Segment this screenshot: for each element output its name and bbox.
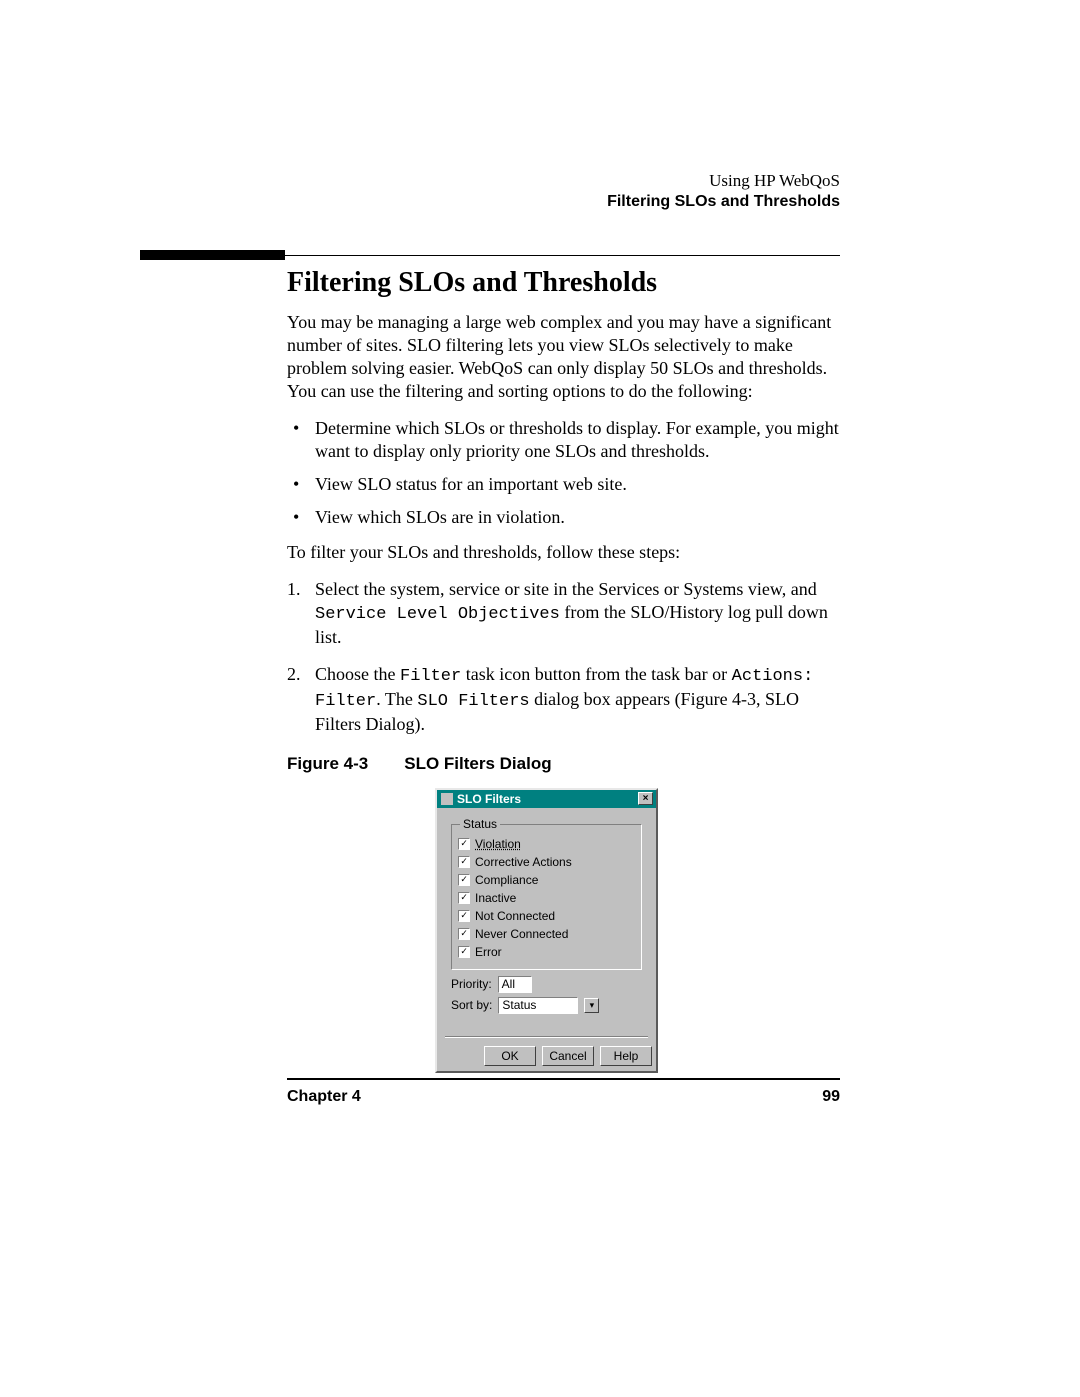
close-button[interactable]: ×	[638, 792, 653, 805]
steps-list: Select the system, service or site in th…	[287, 578, 840, 735]
checkbox-row: Not Connected	[458, 909, 635, 923]
section-rule	[140, 246, 840, 264]
checkbox-label: Never Connected	[475, 927, 568, 941]
running-header-line1: Using HP WebQoS	[607, 170, 840, 192]
footer-chapter: Chapter 4	[287, 1088, 361, 1106]
figure-caption: Figure 4-3 SLO Filters Dialog	[287, 754, 840, 774]
list-item: Determine which SLOs or thresholds to di…	[287, 417, 840, 463]
checkbox-row: Inactive	[458, 891, 635, 905]
checkbox-row: Never Connected	[458, 927, 635, 941]
list-item: View which SLOs are in violation.	[287, 506, 840, 529]
dialog-titlebar: SLO Filters ×	[437, 790, 656, 808]
footer-page-number: 99	[822, 1088, 840, 1106]
dialog-figure: SLO Filters × Status Violation Correctiv…	[435, 788, 658, 1073]
checkbox-never-connected[interactable]	[458, 928, 470, 940]
checkbox-row: Compliance	[458, 873, 635, 887]
checkbox-violation[interactable]	[458, 838, 470, 850]
checkbox-label: Corrective Actions	[475, 855, 572, 869]
sortby-select[interactable]: Status	[498, 997, 578, 1014]
checkbox-compliance[interactable]	[458, 874, 470, 886]
step-text: task icon button from the task bar or	[461, 664, 731, 684]
chevron-down-icon[interactable]: ▾	[584, 998, 599, 1013]
section-title: Filtering SLOs and Thresholds	[287, 267, 840, 299]
dialog-body: Status Violation Corrective Actions Comp…	[437, 808, 656, 1046]
step-text: Choose the	[315, 664, 400, 684]
footer-rule	[287, 1078, 840, 1080]
sortby-label: Sort by:	[451, 998, 492, 1012]
priority-field[interactable]: All	[498, 976, 532, 993]
intro-paragraph: You may be managing a large web complex …	[287, 311, 840, 403]
groupbox-label: Status	[460, 817, 500, 831]
running-header: Using HP WebQoS Filtering SLOs and Thres…	[607, 170, 840, 213]
system-menu-icon[interactable]	[441, 793, 453, 805]
code-text: Filter	[400, 667, 461, 686]
page: Using HP WebQoS Filtering SLOs and Thres…	[0, 0, 1080, 1397]
cancel-button[interactable]: Cancel	[542, 1046, 594, 1066]
priority-label: Priority:	[451, 977, 492, 991]
slo-filters-dialog: SLO Filters × Status Violation Correctiv…	[435, 788, 658, 1073]
running-header-line2: Filtering SLOs and Thresholds	[607, 192, 840, 213]
code-text: SLO Filters	[417, 692, 529, 711]
checkbox-not-connected[interactable]	[458, 910, 470, 922]
steps-lead: To filter your SLOs and thresholds, foll…	[287, 541, 840, 564]
checkbox-error[interactable]	[458, 946, 470, 958]
checkbox-label: Inactive	[475, 891, 516, 905]
bullet-list: Determine which SLOs or thresholds to di…	[287, 417, 840, 529]
dialog-button-row: OK Cancel Help	[437, 1046, 656, 1071]
ok-button[interactable]: OK	[484, 1046, 536, 1066]
status-groupbox: Status Violation Corrective Actions Comp…	[451, 824, 642, 970]
checkbox-row: Violation	[458, 837, 635, 851]
list-item: View SLO status for an important web sit…	[287, 473, 840, 496]
checkbox-label: Not Connected	[475, 909, 555, 923]
sortby-row: Sort by: Status ▾	[451, 997, 642, 1014]
checkbox-row: Error	[458, 945, 635, 959]
list-item: Select the system, service or site in th…	[287, 578, 840, 649]
priority-row: Priority: All	[451, 976, 642, 993]
thick-bar-icon	[140, 250, 285, 260]
checkbox-corrective-actions[interactable]	[458, 856, 470, 868]
separator	[445, 1036, 648, 1038]
step-text: Select the system, service or site in th…	[315, 579, 817, 599]
body-column: Filtering SLOs and Thresholds You may be…	[287, 267, 840, 1073]
sortby-value: Status	[502, 999, 536, 1012]
help-button[interactable]: Help	[600, 1046, 652, 1066]
thin-rule-icon	[285, 255, 840, 256]
page-footer: Chapter 4 99	[287, 1088, 840, 1106]
checkbox-label: Compliance	[475, 873, 538, 887]
checkbox-row: Corrective Actions	[458, 855, 635, 869]
figure-title: SLO Filters Dialog	[404, 754, 551, 773]
figure-label: Figure 4-3	[287, 754, 368, 773]
dialog-title: SLO Filters	[457, 792, 521, 806]
checkbox-label: Violation	[475, 837, 521, 851]
checkbox-inactive[interactable]	[458, 892, 470, 904]
checkbox-label: Error	[475, 945, 502, 959]
code-text: Service Level Objectives	[315, 605, 560, 624]
step-text: . The	[376, 689, 417, 709]
list-item: Choose the Filter task icon button from …	[287, 663, 840, 736]
